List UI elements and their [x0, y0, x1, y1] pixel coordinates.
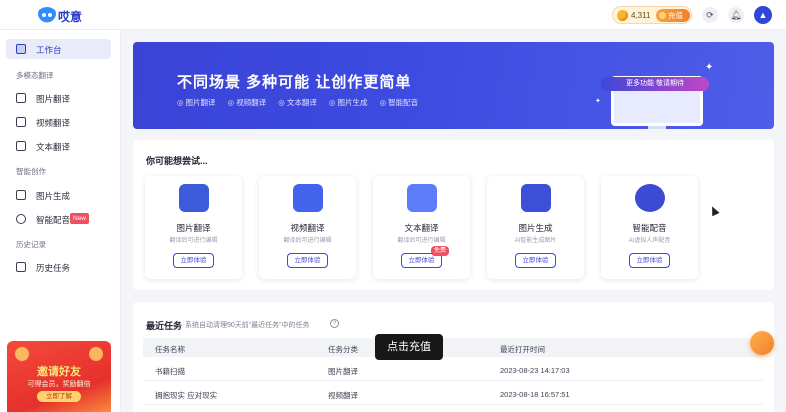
sidebar-item-label: 视频翻译 — [36, 118, 71, 128]
sparkle-icon: ✦ — [595, 98, 601, 105]
section-title: 最近任务 — [146, 321, 183, 331]
sidebar-item-image-translate[interactable]: 图片翻译 — [6, 88, 111, 108]
sidebar-item-label: 图片生成 — [36, 191, 71, 201]
sidebar: 工作台 多模态翻译 图片翻译 视频翻译 文本翻译 智能创作 图片生成 智能配音 … — [0, 30, 121, 412]
sidebar-item-history[interactable]: 历史任务 — [6, 257, 111, 277]
image-icon — [16, 93, 26, 103]
sidebar-item-label: 历史任务 — [36, 263, 71, 273]
feature-desc: 翻译后可进行编辑 — [283, 238, 332, 244]
recharge-button[interactable]: 充值 — [656, 9, 690, 22]
document-icon — [16, 141, 26, 151]
column-header: 任务分类 — [328, 345, 358, 354]
try-now-button[interactable]: 立即体验 — [515, 253, 556, 268]
task-category: 视频翻译 — [328, 391, 358, 400]
banner-tag: 图片翻译 — [177, 98, 216, 107]
task-opened-time: 2023-08-18 16:57:51 — [500, 390, 570, 399]
sidebar-section-translate: 多模态翻译 — [16, 71, 54, 80]
coming-soon-pill: 更多功能 敬请期待 — [601, 77, 709, 91]
promo-title: 邀请好友 — [37, 366, 81, 378]
sidebar-section-create: 智能创作 — [16, 167, 46, 176]
sidebar-item-text-translate[interactable]: 文本翻译 — [6, 136, 111, 156]
invite-promo-banner[interactable]: 邀请好友 可得会员，奖励翻倍 立即了解 — [7, 341, 111, 412]
new-badge: New — [70, 213, 90, 224]
refresh-icon[interactable]: ⟳ — [702, 7, 718, 23]
voice-icon — [16, 214, 26, 224]
sidebar-item-label: 图片翻译 — [36, 94, 71, 104]
image-generate-icon — [16, 190, 26, 200]
sidebar-item-label: 工作台 — [36, 45, 62, 55]
history-icon — [16, 262, 26, 272]
feature-card-image-translate[interactable]: 图片翻译 翻译后可进行编辑 立即体验 — [145, 176, 242, 279]
task-category: 图片翻译 — [328, 367, 358, 376]
sidebar-item-label: 文本翻译 — [36, 142, 71, 152]
column-header: 任务名称 — [155, 345, 185, 354]
promo-subtitle: 可得会员，奖励翻倍 — [27, 381, 91, 388]
sidebar-item-image-generate[interactable]: 图片生成 — [6, 185, 111, 205]
app-logo-icon[interactable] — [36, 6, 58, 24]
monitor-stand — [648, 126, 666, 129]
banner-tag: 智能配音 — [380, 98, 419, 107]
gift-float-button[interactable] — [750, 331, 774, 355]
section-title: 你可能想尝试... — [146, 156, 208, 166]
feature-card-smart-voice[interactable]: 智能配音 AI虚拟人声配音 立即体验 — [601, 176, 698, 279]
lantern-icon — [89, 347, 103, 361]
feature-desc: 翻译后可进行编辑 — [169, 238, 218, 244]
sidebar-item-label: 智能配音 — [36, 215, 71, 225]
sidebar-item-smart-voice[interactable]: 智能配音 New — [6, 209, 111, 229]
feature-desc: 翻译后可进行编辑 — [397, 238, 446, 244]
sidebar-item-video-translate[interactable]: 视频翻译 — [6, 112, 111, 132]
music-note-icon — [635, 184, 665, 212]
task-name: 拥抱现实 应对现实 — [155, 391, 218, 400]
try-now-button[interactable]: 立即体验 — [287, 253, 328, 268]
column-header: 最近打开时间 — [500, 345, 545, 354]
table-row[interactable]: 拥抱现实 应对现实 视频翻译 2023-08-18 16:57:51 — [143, 382, 764, 405]
cleanup-note: 系统自动清理90天前“最近任务”中的任务 — [185, 322, 310, 329]
banner-tag: 文本翻译 — [278, 98, 317, 107]
table-row[interactable]: 书籍扫描 图片翻译 2023-08-23 14:17:03 — [143, 358, 764, 381]
recent-tasks: 最近任务 系统自动清理90天前“最近任务”中的任务 ? 任务名称 任务分类 最近… — [133, 302, 774, 412]
feature-desc: AI虚拟人声配音 — [628, 238, 671, 244]
try-section: 你可能想尝试... 图片翻译 翻译后可进行编辑 立即体验 视频翻译 翻译后可进行… — [133, 140, 774, 290]
app-logo-text: 哎意 — [58, 10, 83, 24]
try-now-button[interactable]: 立即体验 — [629, 253, 670, 268]
image-translate-icon — [179, 184, 209, 212]
feature-name: 视频翻译 — [290, 223, 325, 233]
feature-name: 图片生成 — [518, 223, 553, 233]
feature-card-image-generate[interactable]: 图片生成 AI智能生成图片 立即体验 — [487, 176, 584, 279]
feature-name: 智能配音 — [632, 223, 667, 233]
feature-name: 文本翻译 — [404, 223, 439, 233]
sparkle-icon: ✦ — [705, 62, 714, 73]
free-badge: 免费 — [431, 246, 450, 256]
help-icon[interactable]: ? — [330, 319, 339, 328]
banner-tag: 图片生成 — [329, 98, 368, 107]
hero-banner: 不同场景 多种可能 让创作更简单 图片翻译 视频翻译 文本翻译 图片生成 智能配… — [133, 42, 774, 129]
sidebar-item-workbench[interactable]: 工作台 — [6, 39, 111, 59]
text-translate-icon — [407, 184, 437, 212]
lantern-icon — [15, 347, 29, 361]
video-translate-icon — [293, 184, 323, 212]
coin-icon — [617, 10, 628, 21]
feature-desc: AI智能生成图片 — [514, 238, 557, 244]
task-name: 书籍扫描 — [155, 367, 185, 376]
top-bar: 哎意 4,311 充值 ⟳ 🔔︎ ▲ — [0, 0, 786, 30]
recharge-tooltip: 点击充值 — [375, 334, 443, 360]
bell-icon[interactable]: 🔔︎ — [728, 7, 744, 23]
user-avatar[interactable]: ▲ — [754, 6, 772, 24]
feature-name: 图片翻译 — [176, 223, 211, 233]
feature-card-text-translate[interactable]: 文本翻译 翻译后可进行编辑 立即体验 免费 — [373, 176, 470, 279]
coin-count: 4,311 — [631, 11, 651, 20]
banner-tag: 视频翻译 — [228, 98, 267, 107]
feature-card-video-translate[interactable]: 视频翻译 翻译后可进行编辑 立即体验 — [259, 176, 356, 279]
sidebar-section-history: 历史记录 — [16, 240, 46, 249]
coin-balance[interactable]: 4,311 充值 — [612, 6, 692, 24]
task-opened-time: 2023-08-23 14:17:03 — [500, 366, 570, 375]
image-generate-icon — [521, 184, 551, 212]
table-header: 任务名称 任务分类 最近打开时间 — [143, 338, 764, 357]
promo-button[interactable]: 立即了解 — [37, 391, 81, 402]
banner-tags: 图片翻译 视频翻译 文本翻译 图片生成 智能配音 — [177, 97, 428, 108]
try-now-button[interactable]: 立即体验 — [173, 253, 214, 268]
workbench-icon — [16, 44, 26, 54]
video-icon — [16, 117, 26, 127]
banner-title: 不同场景 多种可能 让创作更简单 — [177, 74, 412, 91]
